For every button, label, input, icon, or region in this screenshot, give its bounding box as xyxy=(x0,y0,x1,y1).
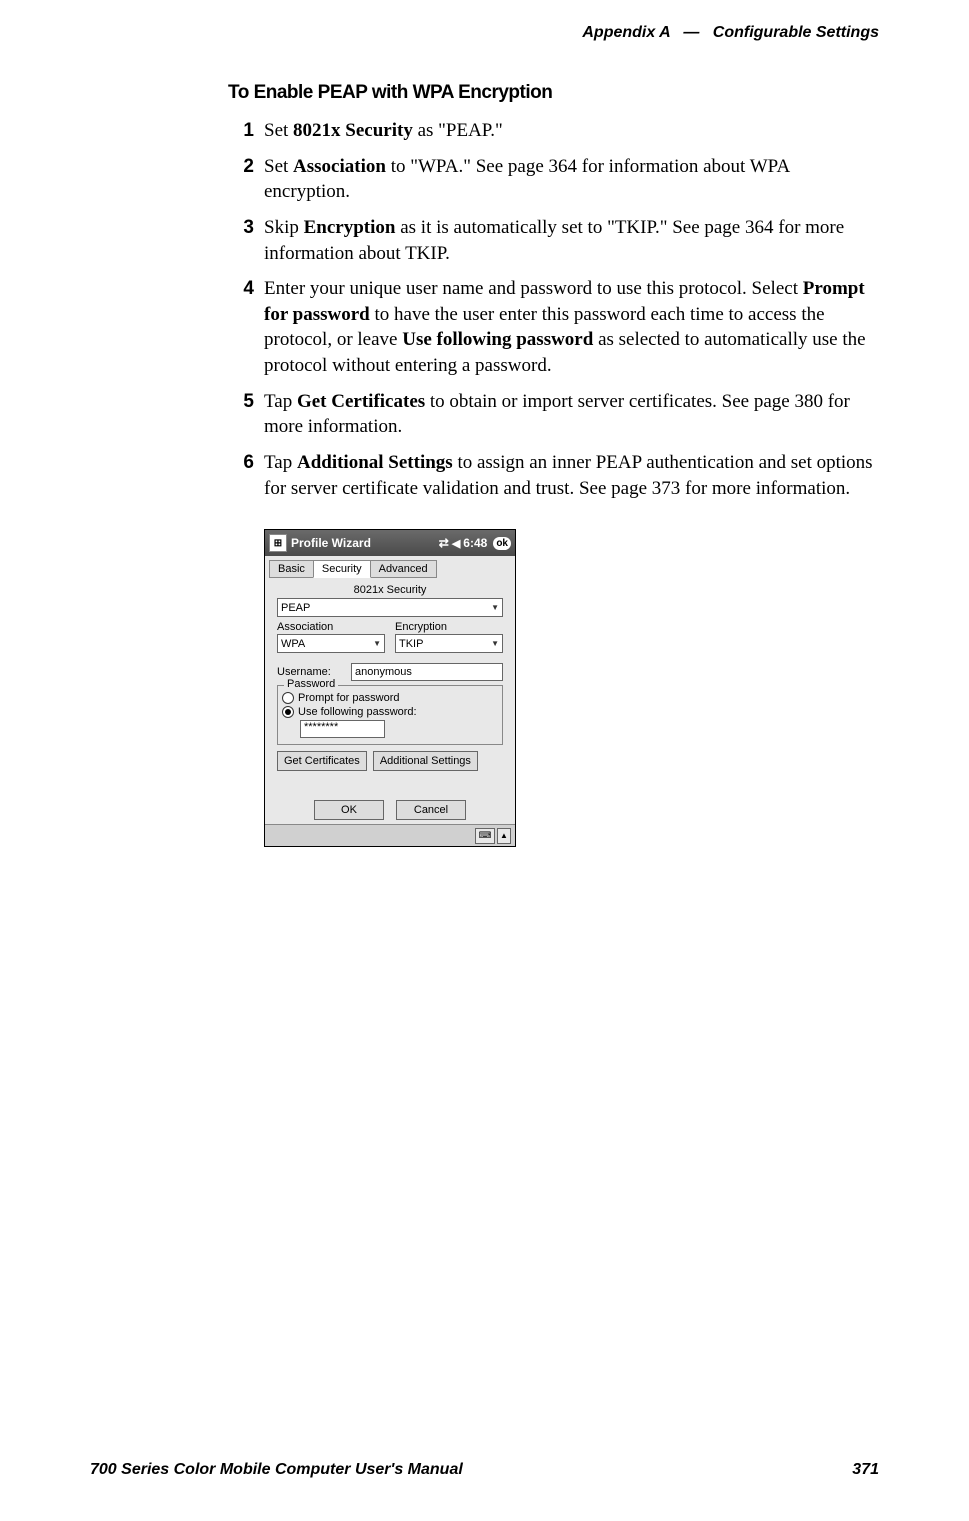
step-number: 5 xyxy=(228,389,254,440)
step-number: 1 xyxy=(228,118,254,144)
clock-time: 6:48 xyxy=(463,536,487,550)
radio-prompt[interactable] xyxy=(282,692,294,704)
radio-prompt-label: Prompt for password xyxy=(298,692,399,704)
section-title: To Enable PEAP with WPA Encryption xyxy=(228,82,878,104)
association-label: Association xyxy=(277,621,385,633)
section-label: Configurable Settings xyxy=(713,24,879,41)
sip-bar: ⌨ ▲ xyxy=(265,824,515,846)
appendix-label: Appendix A xyxy=(582,24,670,41)
connectivity-icon[interactable] xyxy=(439,536,449,550)
encryption-select[interactable]: TKIP xyxy=(395,634,503,653)
step-text: Tap Get Certificates to obtain or import… xyxy=(264,389,878,440)
step-6: 6 Tap Additional Settings to assign an i… xyxy=(228,450,878,501)
encryption-value: TKIP xyxy=(399,638,423,650)
tab-basic[interactable]: Basic xyxy=(269,560,314,578)
main-content: To Enable PEAP with WPA Encryption 1 Set… xyxy=(228,82,878,847)
get-certificates-button[interactable]: Get Certificates xyxy=(277,751,367,771)
step-number: 4 xyxy=(228,276,254,379)
page-footer: 700 Series Color Mobile Computer User's … xyxy=(90,1461,879,1479)
tab-strip: Basic Security Advanced xyxy=(269,560,511,578)
username-value: anonymous xyxy=(355,666,412,678)
radio-usefollowing-row[interactable]: Use following password: xyxy=(282,706,498,718)
embedded-screenshot: ⊞ Profile Wizard 6:48 ok Basic Security … xyxy=(264,529,516,847)
username-label: Username: xyxy=(277,666,345,678)
cancel-button[interactable]: Cancel xyxy=(396,800,466,820)
ok-button[interactable]: OK xyxy=(314,800,384,820)
step-5: 5 Tap Get Certificates to obtain or impo… xyxy=(228,389,878,440)
start-flag-icon[interactable]: ⊞ xyxy=(269,534,287,552)
tab-security[interactable]: Security xyxy=(313,560,371,578)
step-text: Set Association to "WPA." See page 364 f… xyxy=(264,154,878,205)
keyboard-icon[interactable]: ⌨ xyxy=(475,828,495,844)
step-text: Tap Additional Settings to assign an inn… xyxy=(264,450,878,501)
step-1: 1 Set 8021x Security as "PEAP." xyxy=(228,118,878,144)
association-value: WPA xyxy=(281,638,305,650)
step-2: 2 Set Association to "WPA." See page 364… xyxy=(228,154,878,205)
security-label: 8021x Security xyxy=(277,584,503,596)
step-4: 4 Enter your unique user name and passwo… xyxy=(228,276,878,379)
tab-advanced[interactable]: Advanced xyxy=(370,560,437,578)
security-select[interactable]: PEAP xyxy=(277,598,503,617)
encryption-label: Encryption xyxy=(395,621,503,633)
step-3: 3 Skip Encryption as it is automatically… xyxy=(228,215,878,266)
step-text: Skip Encryption as it is automatically s… xyxy=(264,215,878,266)
volume-icon[interactable] xyxy=(452,536,460,550)
password-input[interactable]: ******** xyxy=(300,720,385,738)
step-number: 6 xyxy=(228,450,254,501)
security-value: PEAP xyxy=(281,602,310,614)
password-legend: Password xyxy=(284,678,338,690)
page-number: 371 xyxy=(852,1461,879,1479)
password-fieldset: Password Prompt for password Use followi… xyxy=(277,685,503,745)
step-number: 2 xyxy=(228,154,254,205)
password-value: ******** xyxy=(304,721,338,733)
step-text: Set 8021x Security as "PEAP." xyxy=(264,118,878,144)
ok-close-button[interactable]: ok xyxy=(493,537,511,550)
step-text: Enter your unique user name and password… xyxy=(264,276,878,379)
window-titlebar: ⊞ Profile Wizard 6:48 ok xyxy=(265,530,515,556)
header-dash: — xyxy=(683,24,699,41)
dialog-body: Basic Security Advanced 8021x Security P… xyxy=(265,556,515,846)
window-title: Profile Wizard xyxy=(291,536,439,550)
status-icons: 6:48 ok xyxy=(439,536,511,550)
sip-up-icon[interactable]: ▲ xyxy=(497,828,511,844)
step-number: 3 xyxy=(228,215,254,266)
association-select[interactable]: WPA xyxy=(277,634,385,653)
footer-manual-title: 700 Series Color Mobile Computer User's … xyxy=(90,1461,463,1479)
radio-usefollowing-label: Use following password: xyxy=(298,706,417,718)
radio-prompt-row[interactable]: Prompt for password xyxy=(282,692,498,704)
additional-settings-button[interactable]: Additional Settings xyxy=(373,751,478,771)
page-header: Appendix A — Configurable Settings xyxy=(582,24,879,42)
form-area: 8021x Security PEAP Association WPA Encr… xyxy=(269,584,511,771)
username-input[interactable]: anonymous xyxy=(351,663,503,681)
radio-usefollowing[interactable] xyxy=(282,706,294,718)
